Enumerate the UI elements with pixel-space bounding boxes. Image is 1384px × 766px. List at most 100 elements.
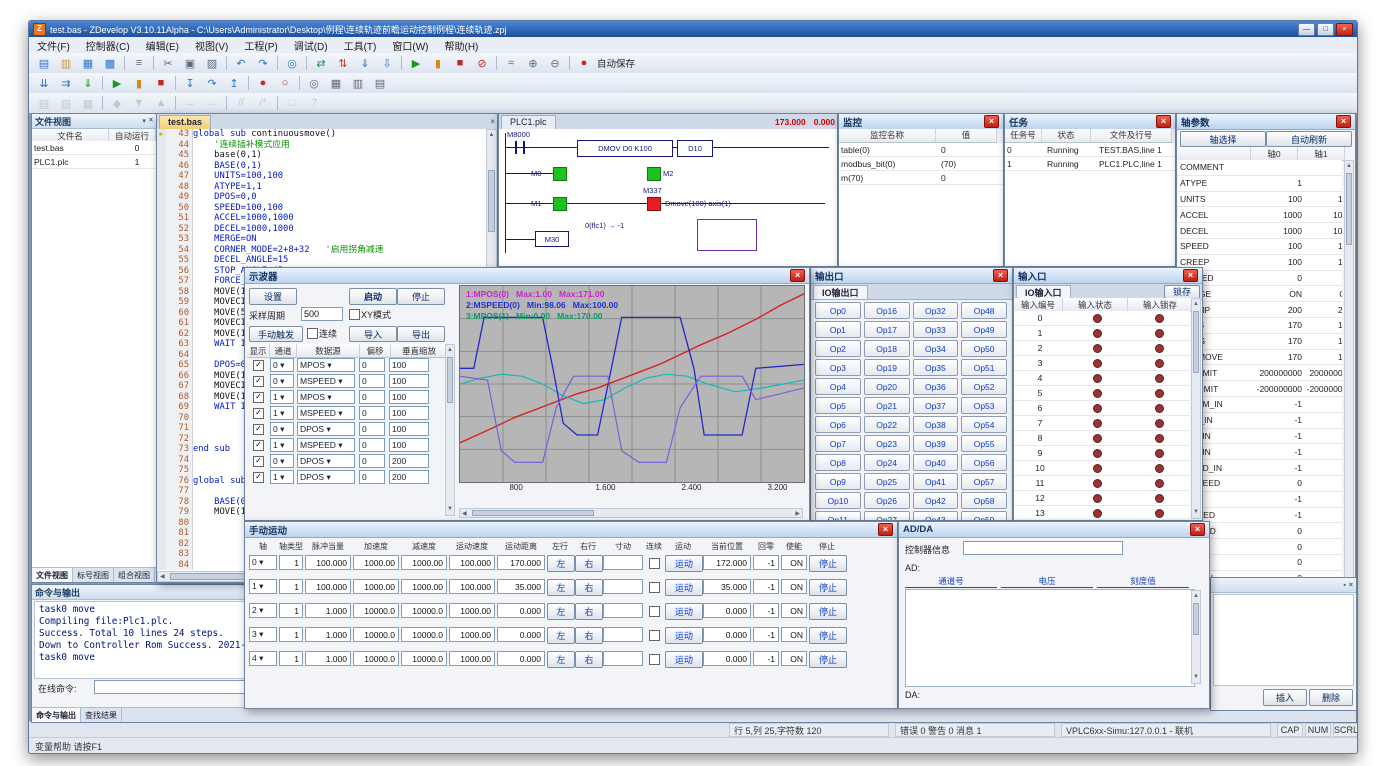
menu-item-3[interactable]: 视图(V) (187, 37, 236, 54)
channel-source-dropdown[interactable]: MSPEED ▾ (297, 438, 355, 452)
menu-item-7[interactable]: 窗口(W) (384, 37, 436, 54)
manual-value-input[interactable]: 100.000 (449, 555, 495, 570)
channel-source-dropdown[interactable]: MSPEED ▾ (297, 406, 355, 420)
xy-mode-checkbox[interactable] (349, 309, 360, 320)
channel-index-dropdown[interactable]: 0 ▾ (270, 422, 294, 436)
output-op54[interactable]: Op54 (961, 416, 1007, 433)
jog-right-button[interactable]: 右 (575, 603, 603, 620)
autosave-label[interactable]: 自动保存 (597, 56, 635, 70)
manual-trigger-button[interactable]: 手动触发 (249, 326, 303, 342)
scope-hscrollbar[interactable]: ◀ ▶ (459, 508, 803, 518)
output-op19[interactable]: Op19 (863, 359, 910, 376)
output-op34[interactable]: Op34 (912, 340, 959, 357)
inch-distance-input[interactable] (603, 603, 643, 618)
jog-right-button[interactable]: 右 (575, 579, 603, 596)
scope-start-button[interactable]: 启动 (349, 288, 397, 305)
tab-io-outputs[interactable]: IO输出口 (813, 284, 868, 299)
channel-enable-checkbox[interactable]: ✓ (253, 375, 264, 387)
axis-window-icon[interactable]: ▥ (348, 74, 368, 92)
console-tab-0[interactable]: 命令与输出 (32, 708, 81, 722)
jog-left-button[interactable]: 左 (547, 603, 575, 620)
editor-close-icon[interactable]: × (490, 117, 495, 126)
jog-left-button[interactable]: 左 (547, 627, 575, 644)
breakpoint-icon[interactable]: ● (253, 74, 273, 92)
save-all-icon[interactable]: ▩ (100, 54, 120, 72)
manual-value-input[interactable]: 1000.00 (401, 555, 447, 570)
close-icon[interactable]: × (790, 269, 805, 282)
output-op22[interactable]: Op22 (863, 416, 910, 433)
run-icon[interactable]: ▶ (406, 54, 426, 72)
menu-item-5[interactable]: 调试(D) (286, 37, 336, 54)
axis-select-dropdown[interactable]: 1 ▾ (249, 579, 277, 594)
channel-source-dropdown[interactable]: DPOS ▾ (297, 422, 355, 436)
output-op11[interactable]: Op11 (815, 511, 861, 520)
manual-value-input[interactable]: 0.000 (497, 603, 545, 618)
output-op35[interactable]: Op35 (912, 359, 959, 376)
manual-value-input[interactable]: 10000.0 (353, 627, 399, 642)
channel-enable-checkbox[interactable]: ✓ (253, 359, 264, 371)
datum-input-field[interactable]: -1 (753, 627, 779, 642)
axis-param-row[interactable]: DECEL 1000 1000 (1178, 223, 1342, 239)
download-rom-icon[interactable]: ⇩ (377, 54, 397, 72)
output-op21[interactable]: Op21 (863, 397, 910, 414)
close-button[interactable]: × (1336, 22, 1353, 36)
cut-icon[interactable]: ✂ (158, 54, 178, 72)
manual-value-input[interactable]: 1000.00 (353, 555, 399, 570)
output-op3[interactable]: Op3 (815, 359, 861, 376)
channel-scale-input[interactable]: 100 (389, 390, 429, 404)
channel-scale-input[interactable]: 100 (389, 374, 429, 388)
continuous-checkbox[interactable] (649, 558, 660, 569)
output-op32[interactable]: Op32 (912, 302, 959, 319)
axis-vscrollbar[interactable]: ▲ ▼ (1344, 160, 1354, 597)
axis-param-row[interactable]: SPEED 100100 (1178, 238, 1342, 255)
watch-row[interactable]: table(0) 0 (839, 143, 1003, 157)
manual-value-input[interactable]: 1000.00 (353, 579, 399, 594)
output-op36[interactable]: Op36 (912, 378, 959, 395)
manual-value-input[interactable]: 35.000 (497, 579, 545, 594)
redo-icon[interactable]: ↷ (253, 54, 273, 72)
open-file-icon[interactable]: ▥ (56, 54, 76, 72)
output-op42[interactable]: Op42 (912, 492, 959, 509)
tab-io-inputs[interactable]: IO输入口 (1016, 284, 1071, 299)
stop-button[interactable]: 停止 (809, 579, 847, 596)
maximize-button[interactable]: □ (1317, 22, 1334, 36)
manual-value-input[interactable]: 10000.0 (401, 627, 447, 642)
output-op27[interactable]: Op27 (863, 511, 910, 520)
manual-value-input[interactable]: 100.000 (305, 579, 351, 594)
task-window-icon[interactable]: ▦ (326, 74, 346, 92)
menu-item-2[interactable]: 编辑(E) (138, 37, 187, 54)
output-op16[interactable]: Op16 (863, 302, 910, 319)
output-op17[interactable]: Op17 (863, 321, 910, 338)
manual-value-input[interactable]: 0.000 (497, 627, 545, 642)
copy-icon[interactable]: ▣ (180, 54, 200, 72)
step-over-icon[interactable]: ↷ (202, 74, 222, 92)
console-tab-1[interactable]: 查找结果 (81, 708, 122, 722)
close-icon[interactable]: × (149, 117, 153, 125)
output-op52[interactable]: Op52 (961, 378, 1007, 395)
manual-value-input[interactable]: 1 (279, 579, 303, 594)
watch-row[interactable]: m(70) 0 (839, 171, 1003, 185)
menu-item-8[interactable]: 帮助(H) (436, 37, 486, 54)
compile-icon[interactable]: ⇊ (34, 74, 54, 92)
stop-button[interactable]: 停止 (809, 555, 847, 572)
move-button[interactable]: 运动 (665, 579, 703, 596)
file-view-tab-1[interactable]: 标号视图 (73, 568, 114, 582)
output-op20[interactable]: Op20 (863, 378, 910, 395)
axis-select-dropdown[interactable]: 0 ▾ (249, 555, 277, 570)
file-view-tab-0[interactable]: 文件视图 (32, 568, 73, 582)
pause-icon[interactable]: ▮ (428, 54, 448, 72)
move-button[interactable]: 运动 (665, 627, 703, 644)
jog-left-button[interactable]: 左 (547, 579, 575, 596)
move-button[interactable]: 运动 (665, 555, 703, 572)
output-op55[interactable]: Op55 (961, 435, 1007, 452)
close-icon[interactable]: × (993, 269, 1008, 282)
output-op51[interactable]: Op51 (961, 359, 1007, 376)
continuous-checkbox[interactable] (649, 630, 660, 641)
output-op24[interactable]: Op24 (863, 454, 910, 471)
stop-button[interactable]: 停止 (809, 603, 847, 620)
jog-left-button[interactable]: 左 (547, 555, 575, 572)
output-op10[interactable]: Op10 (815, 492, 861, 509)
continuous-checkbox[interactable] (649, 654, 660, 665)
minimize-button[interactable]: — (1298, 22, 1315, 36)
channel-source-dropdown[interactable]: DPOS ▾ (297, 470, 355, 484)
